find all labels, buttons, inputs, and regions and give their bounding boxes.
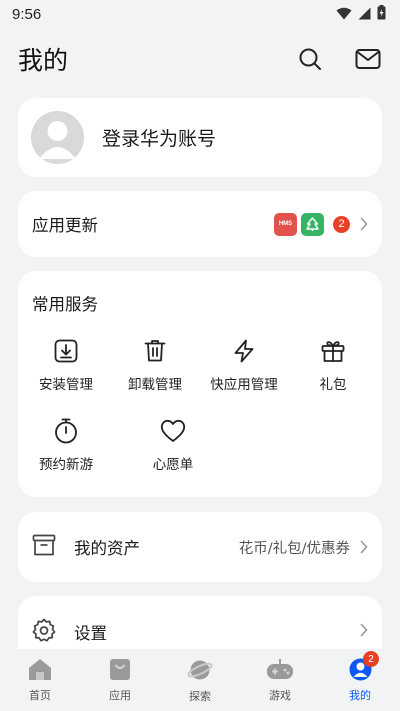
mail-icon[interactable] (354, 45, 382, 73)
battery-icon (377, 4, 386, 24)
header-actions (296, 45, 382, 73)
planet-icon (187, 658, 213, 686)
nav-label: 我的 (349, 689, 371, 702)
gamepad-icon (266, 658, 294, 685)
nav-me[interactable]: 2 我的 (320, 649, 400, 711)
chevron-right-icon (360, 540, 368, 554)
nav-label: 应用 (109, 689, 131, 702)
service-label: 预约新游 (39, 457, 93, 473)
service-label: 礼包 (319, 377, 347, 393)
services-title: 常用服务 (32, 295, 98, 314)
service-label: 安装管理 (39, 377, 93, 393)
gear-icon (32, 618, 56, 646)
assets-summary: 花币/礼包/优惠券 (239, 537, 368, 558)
status-time: 9:56 (12, 5, 42, 23)
app-update-row[interactable]: 应用更新 HMS 2 (18, 191, 382, 257)
trash-icon (141, 337, 169, 365)
nav-label: 游戏 (269, 689, 291, 702)
nav-me-badge: 2 (363, 651, 379, 667)
update-indicators: HMS 2 (274, 212, 368, 236)
page-header: 我的 (0, 38, 400, 80)
settings-label: 设置 (74, 624, 107, 643)
bottom-navigation: 首页 应用 探索 游戏 2 我的 (0, 649, 400, 711)
nav-explore[interactable]: 探索 (160, 649, 240, 711)
lightning-icon (230, 337, 258, 365)
search-icon[interactable] (296, 45, 324, 73)
my-page: 9:56 我的 登录华为账号 应用更新 HMS 2 常用服务 安装管理 卸载管理… (0, 0, 400, 711)
service-uninstall-manager[interactable]: 卸载管理 (107, 337, 203, 393)
service-gift-pack[interactable]: 礼包 (285, 337, 381, 393)
chevron-right-icon (360, 623, 368, 637)
status-bar: 9:56 (0, 0, 400, 28)
install-icon (52, 337, 80, 365)
nav-label: 探索 (189, 690, 211, 703)
nav-home[interactable]: 首页 (0, 649, 80, 711)
my-assets-label: 我的资产 (74, 539, 140, 558)
chevron-right-icon (360, 217, 368, 231)
page-title: 我的 (18, 46, 69, 75)
nav-apps[interactable]: 应用 (80, 649, 160, 711)
service-preorder-games[interactable]: 预约新游 (18, 417, 114, 473)
service-quick-app-manager[interactable]: 快应用管理 (196, 337, 292, 393)
update-count-badge: 2 (333, 215, 350, 233)
app-tree-icon (301, 212, 324, 236)
common-services-card: 常用服务 安装管理 卸载管理 快应用管理 礼包 预约新游 心愿单 (18, 271, 382, 497)
service-install-manager[interactable]: 安装管理 (18, 337, 114, 393)
wallet-icon (32, 534, 56, 560)
service-wishlist[interactable]: 心愿单 (125, 417, 221, 473)
avatar (31, 111, 84, 164)
bag-icon (109, 658, 131, 685)
nav-games[interactable]: 游戏 (240, 649, 320, 711)
home-icon (28, 658, 52, 685)
my-assets-row[interactable]: 我的资产 花币/礼包/优惠券 (18, 512, 382, 582)
hms-app-icon: HMS (274, 212, 297, 236)
login-card[interactable]: 登录华为账号 (18, 98, 382, 177)
heart-icon (159, 417, 187, 445)
signal-icon (358, 5, 371, 24)
wifi-icon (336, 5, 352, 24)
nav-label: 首页 (29, 689, 51, 702)
stopwatch-icon (52, 417, 80, 445)
assets-subtitle: 花币/礼包/优惠券 (238, 540, 350, 557)
app-update-label: 应用更新 (32, 216, 98, 235)
service-label: 快应用管理 (210, 377, 278, 393)
login-text: 登录华为账号 (102, 128, 217, 150)
service-label: 卸载管理 (128, 377, 182, 393)
status-icons (336, 4, 386, 24)
service-label: 心愿单 (152, 457, 194, 473)
gift-icon (319, 337, 347, 365)
